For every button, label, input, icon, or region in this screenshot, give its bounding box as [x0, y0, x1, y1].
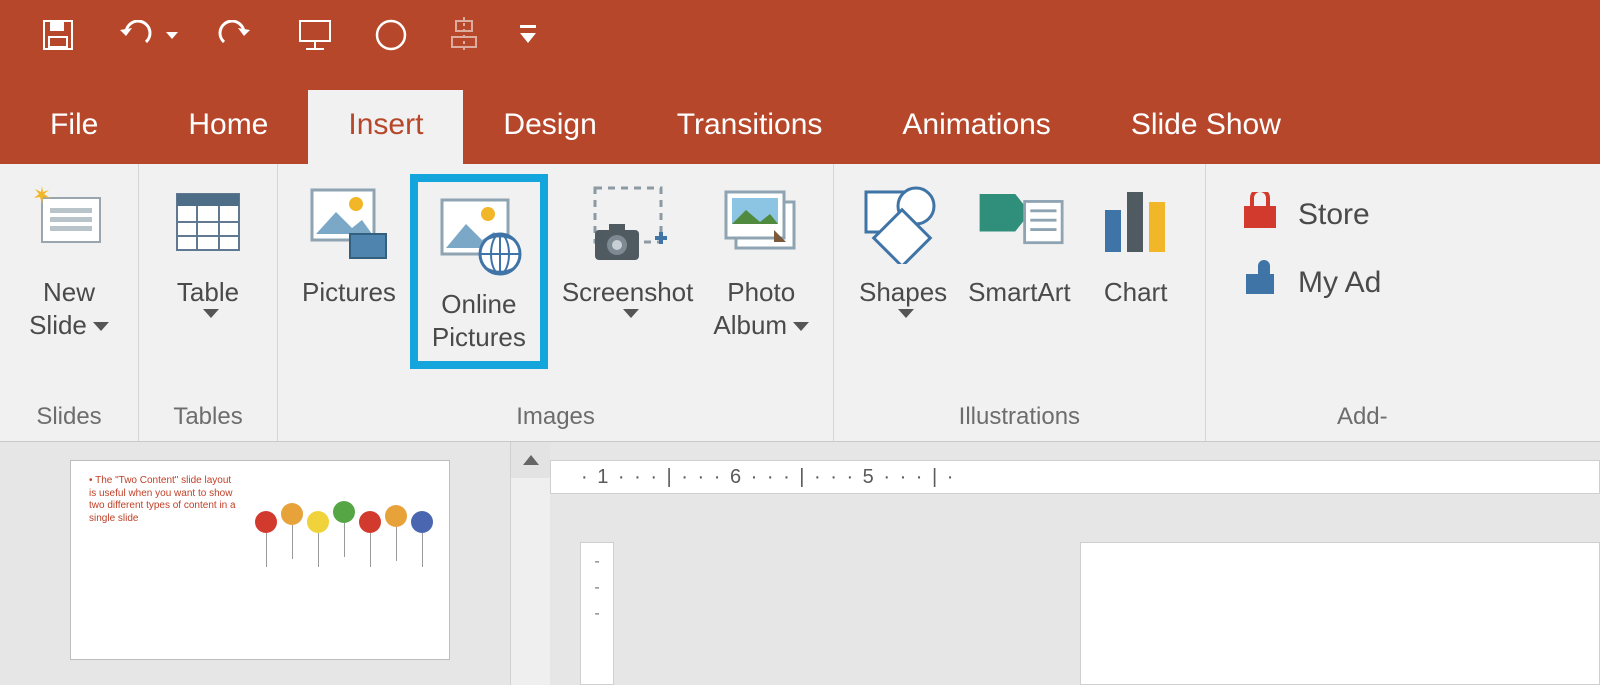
chart-button[interactable]: Chart: [1081, 174, 1191, 309]
group-illustrations: Shapes SmartArt: [834, 164, 1206, 441]
store-button[interactable]: Store: [1240, 192, 1381, 238]
online-pictures-label-1: Online: [441, 288, 516, 321]
photo-album-icon: [716, 178, 806, 268]
thumbnail-scrollbar[interactable]: [510, 442, 550, 685]
redo-button[interactable]: [218, 15, 256, 55]
workspace: • The "Two Content" slide layout is usef…: [0, 442, 1600, 685]
slide-canvas[interactable]: [1080, 542, 1600, 685]
tab-slideshow[interactable]: Slide Show: [1091, 90, 1321, 164]
chevron-down-icon: [93, 322, 109, 331]
align-icon[interactable]: [448, 15, 480, 55]
group-slides-label: Slides: [36, 403, 101, 437]
addins-icon: [1240, 260, 1280, 306]
group-addins-label: Add-: [1337, 403, 1392, 437]
photo-album-label-1: Photo: [727, 276, 795, 309]
scroll-up-button[interactable]: [511, 442, 550, 478]
tab-home[interactable]: Home: [148, 90, 308, 164]
group-addins: Store My Ad Add-: [1206, 164, 1406, 441]
group-illustrations-label: Illustrations: [959, 403, 1080, 437]
store-icon: [1240, 192, 1280, 238]
smartart-icon: [974, 178, 1064, 268]
chart-label: Chart: [1104, 276, 1168, 309]
slide-thumbnail-pane[interactable]: • The "Two Content" slide layout is usef…: [0, 442, 510, 685]
shapes-label: Shapes: [859, 276, 947, 309]
tab-design[interactable]: Design: [463, 90, 636, 164]
pictures-icon: [304, 178, 394, 268]
thumbnail-text: • The "Two Content" slide layout is usef…: [89, 475, 239, 525]
group-images: Pictures Online Pictures: [278, 164, 834, 441]
photo-album-button[interactable]: Photo Album: [703, 174, 819, 341]
slide-thumbnail[interactable]: • The "Two Content" slide layout is usef…: [70, 460, 450, 660]
quick-access-toolbar: [0, 0, 1600, 70]
smartart-button[interactable]: SmartArt: [958, 174, 1081, 309]
tab-transitions[interactable]: Transitions: [637, 90, 863, 164]
online-pictures-button[interactable]: Online Pictures: [410, 174, 548, 369]
tab-insert[interactable]: Insert: [308, 90, 463, 164]
screenshot-icon: [583, 178, 673, 268]
my-addins-label: My Ad: [1298, 266, 1381, 300]
my-addins-button[interactable]: My Ad: [1240, 260, 1381, 306]
chart-icon: [1091, 178, 1181, 268]
chevron-down-icon: [898, 309, 914, 318]
new-slide-label-1: New: [43, 276, 95, 309]
chevron-down-icon: [793, 322, 809, 331]
table-icon: [163, 178, 253, 268]
undo-button[interactable]: [116, 15, 178, 55]
tab-file[interactable]: File: [40, 90, 148, 164]
group-tables-label: Tables: [173, 403, 242, 437]
chevron-down-icon: [203, 309, 219, 318]
chevron-down-icon: [623, 309, 639, 318]
circle-icon[interactable]: [374, 15, 408, 55]
new-slide-button[interactable]: New Slide: [14, 174, 124, 341]
horizontal-ruler: · 1 · · · | · · · 6 · · · | · · · 5 · · …: [550, 460, 1600, 494]
table-label: Table: [177, 276, 239, 309]
pictures-label: Pictures: [302, 276, 396, 309]
slide-edit-area[interactable]: · 1 · · · | · · · 6 · · · | · · · 5 · · …: [550, 442, 1600, 685]
store-label: Store: [1298, 198, 1370, 232]
smartart-label: SmartArt: [968, 276, 1071, 309]
ribbon-tabs: File Home Insert Design Transitions Anim…: [0, 70, 1600, 164]
shapes-button[interactable]: Shapes: [848, 174, 958, 318]
new-slide-label-2: Slide: [29, 310, 87, 340]
shapes-icon: [858, 178, 948, 268]
undo-dropdown-icon[interactable]: [166, 32, 178, 39]
ribbon: New Slide Slides Table Tables: [0, 164, 1600, 442]
screenshot-label: Screenshot: [562, 276, 694, 309]
customize-qat-icon[interactable]: [520, 15, 536, 55]
online-pictures-label-2: Pictures: [432, 321, 526, 354]
group-slides: New Slide Slides: [0, 164, 139, 441]
group-tables: Table Tables: [139, 164, 278, 441]
start-from-beginning-icon[interactable]: [296, 15, 334, 55]
new-slide-icon: [24, 178, 114, 268]
tab-animations[interactable]: Animations: [862, 90, 1090, 164]
pictures-button[interactable]: Pictures: [292, 174, 406, 309]
online-pictures-icon: [434, 190, 524, 280]
thumbnail-graphic: [255, 501, 433, 533]
screenshot-button[interactable]: Screenshot: [552, 174, 704, 318]
group-images-label: Images: [516, 403, 595, 437]
photo-album-label-2: Album: [713, 310, 787, 340]
vertical-ruler: ---: [580, 542, 614, 685]
table-button[interactable]: Table: [153, 174, 263, 318]
save-icon[interactable]: [40, 15, 76, 55]
